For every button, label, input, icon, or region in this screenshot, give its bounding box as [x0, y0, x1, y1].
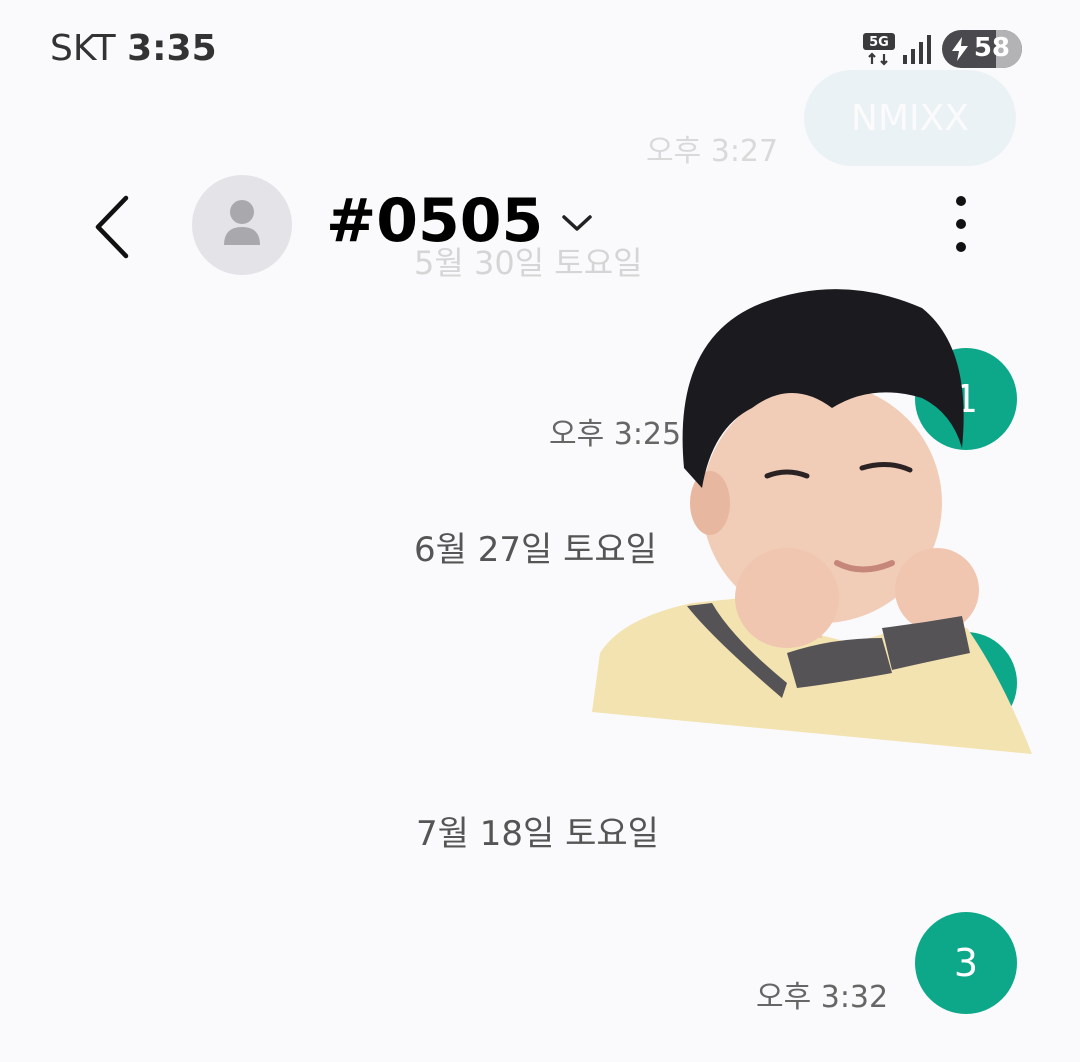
contact-avatar[interactable] — [192, 175, 292, 275]
person-sticker-image[interactable] — [592, 278, 1037, 760]
carrier-name: SKT — [50, 28, 116, 69]
more-vertical-icon — [956, 196, 966, 206]
message-timestamp: 오후 3:32 — [756, 980, 889, 1015]
network-label: 5G — [869, 35, 889, 50]
date-divider: 7월 18일 토요일 — [416, 814, 659, 854]
charging-bolt-icon — [952, 37, 968, 61]
status-bar-carrier: SKT 3:35 — [50, 28, 217, 69]
person-icon — [224, 200, 260, 245]
sent-message-bubble[interactable]: NMIXX — [804, 70, 1016, 166]
battery-indicator: 58 — [942, 30, 1022, 68]
battery-level: 58 — [973, 33, 1010, 63]
sent-message-bubble[interactable]: 3 — [915, 912, 1017, 1014]
message-text: 3 — [953, 941, 979, 985]
title-dropdown-button[interactable] — [560, 212, 594, 238]
message-text: NMIXX — [851, 97, 969, 139]
chevron-down-icon — [562, 215, 592, 231]
signal-strength-icon — [902, 33, 934, 69]
more-options-button[interactable] — [956, 196, 966, 265]
5g-network-icon: 5G — [862, 32, 896, 66]
conversation-title[interactable]: #0505 — [326, 186, 543, 256]
back-button[interactable] — [92, 194, 132, 264]
clock: 3:35 — [127, 28, 217, 69]
message-timestamp: 오후 3:27 — [646, 134, 779, 169]
chevron-left-icon — [95, 195, 129, 259]
